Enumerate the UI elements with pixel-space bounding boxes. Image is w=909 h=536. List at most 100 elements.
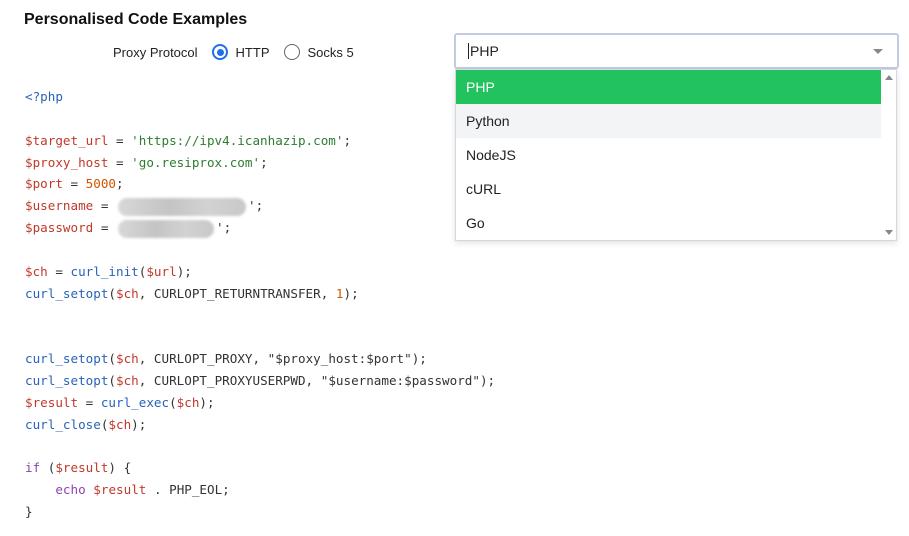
code-token: ; — [260, 154, 268, 170]
code-line: } — [25, 501, 495, 523]
option-nodejs[interactable]: NodeJS — [456, 138, 882, 172]
language-select[interactable]: PHP — [454, 33, 899, 69]
code-line: $username = '; — [25, 195, 495, 217]
code-token: $ch — [25, 263, 48, 279]
code-token: $ch — [116, 285, 139, 301]
code-line: $proxy_host = 'go.resiprox.com'; — [25, 152, 495, 174]
code-line: $port = 5000; — [25, 173, 495, 195]
code-token: curl_init — [70, 263, 139, 279]
code-line: echo $result . PHP_EOL; — [25, 479, 495, 501]
code-token: ( — [108, 372, 116, 388]
code-token: ( — [108, 285, 116, 301]
scroll-up-arrow-icon[interactable] — [885, 75, 893, 80]
proxy-protocol-group: Proxy Protocol HTTP Socks 5 — [113, 42, 368, 62]
dropdown-scrollbar[interactable] — [881, 70, 896, 240]
code-line: $target_url = 'https://ipv4.icanhazip.co… — [25, 130, 495, 152]
code-token: ( — [169, 394, 177, 410]
code-token: = — [47, 263, 71, 279]
code-token: ( — [40, 460, 56, 476]
radio-http[interactable]: HTTP — [211, 44, 270, 60]
code-token: if — [25, 460, 41, 476]
page-title: Personalised Code Examples — [24, 11, 248, 28]
language-dropdown-menu: PHP Python NodeJS cURL Go — [455, 69, 897, 241]
option-curl[interactable]: cURL — [456, 172, 882, 206]
code-token: '; — [216, 220, 232, 236]
code-token: curl_setopt — [25, 351, 109, 367]
text-cursor — [468, 43, 469, 59]
code-token: $password — [25, 220, 94, 236]
code-token: ); — [411, 351, 427, 367]
code-token: $url — [146, 263, 177, 279]
code-token: 'https://ipv4.icanhazip.com' — [131, 132, 344, 148]
code-token: $port — [25, 176, 63, 192]
code-token: = — [93, 198, 116, 214]
code-token: ; — [116, 176, 124, 192]
code-line: curl_setopt($ch, CURLOPT_RETURNTRANSFER,… — [25, 283, 495, 305]
code-token: ); — [131, 416, 147, 432]
code-token: curl_exec — [100, 394, 170, 410]
code-token: . PHP_EOL; — [146, 482, 230, 498]
code-token: $target_url — [25, 132, 109, 148]
language-select-value: PHP — [470, 43, 499, 59]
code-token: $result — [93, 482, 147, 498]
code-token: curl_setopt — [25, 285, 109, 301]
code-line: <?php — [25, 86, 495, 108]
chevron-down-icon[interactable] — [873, 49, 883, 54]
code-token: ( — [108, 351, 116, 367]
code-token: 5000 — [85, 176, 117, 192]
code-token: curl_close — [25, 416, 101, 432]
code-token: } — [25, 504, 33, 520]
option-go[interactable]: Go — [456, 206, 882, 240]
code-token: "$username:$password" — [320, 372, 480, 388]
scroll-down-arrow-icon[interactable] — [885, 230, 893, 235]
code-token: $result — [55, 460, 109, 476]
code-token: = — [108, 154, 132, 170]
code-token: = — [108, 132, 132, 148]
code-line: $ch = curl_init($url); — [25, 261, 495, 283]
redacted-credential — [118, 197, 246, 216]
radio-http-label: HTTP — [235, 44, 270, 60]
code-line: curl_close($ch); — [25, 414, 495, 436]
code-token: ; — [343, 132, 352, 148]
code-token: = — [93, 220, 116, 236]
code-token: , CURLOPT_RETURNTRANSFER, — [138, 285, 336, 301]
code-line: $password = '; — [25, 217, 495, 239]
code-token: curl_setopt — [25, 372, 109, 388]
code-token: $ch — [116, 351, 139, 367]
code-token: , CURLOPT_PROXY, — [138, 351, 268, 367]
code-block: <?php $target_url = 'https://ipv4.icanhaz… — [25, 86, 495, 523]
option-php[interactable]: PHP — [456, 70, 882, 104]
code-token: <?php — [25, 89, 63, 104]
code-token: ); — [343, 285, 359, 301]
radio-socks5[interactable]: Socks 5 — [283, 44, 354, 60]
code-token: ); — [479, 372, 496, 388]
code-token: = — [78, 394, 101, 410]
code-line: $result = curl_exec($ch); — [25, 392, 495, 414]
code-token: = — [62, 176, 86, 192]
code-token: $proxy_host — [25, 154, 109, 170]
radio-socks5-indicator[interactable] — [283, 44, 300, 60]
code-token: ); — [199, 394, 215, 410]
code-token: $ch — [116, 372, 139, 388]
code-token: ); — [176, 263, 192, 279]
code-token: , CURLOPT_PROXYUSERPWD, — [138, 372, 321, 388]
radio-http-indicator[interactable] — [211, 44, 228, 60]
code-token: $ch — [108, 416, 132, 432]
code-line: curl_setopt($ch, CURLOPT_PROXY, "$proxy_… — [25, 348, 495, 370]
code-token: 'go.resiprox.com' — [131, 154, 261, 170]
code-token: '; — [248, 198, 264, 214]
code-token: $username — [25, 198, 94, 214]
code-token: $result — [25, 394, 79, 410]
redacted-credential — [118, 219, 214, 238]
code-token: $ch — [176, 394, 200, 410]
code-line: curl_setopt($ch, CURLOPT_PROXYUSERPWD, "… — [25, 370, 495, 392]
code-token: ) { — [108, 460, 132, 476]
radio-socks5-label: Socks 5 — [307, 44, 354, 60]
code-token: echo — [55, 482, 86, 498]
option-python[interactable]: Python — [456, 104, 882, 138]
